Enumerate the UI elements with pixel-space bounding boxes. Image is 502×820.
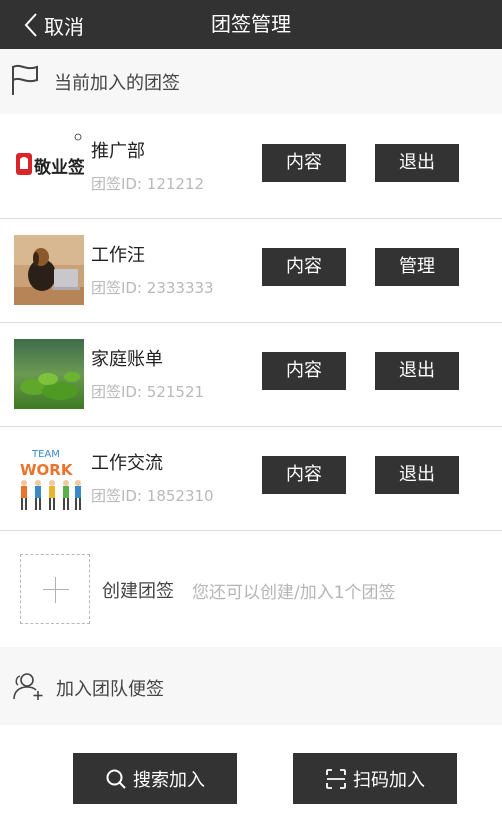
teamwork-image: TEAM WORK <box>14 443 84 513</box>
team-id: 团签ID: 2333333 <box>91 279 214 297</box>
flag-icon <box>12 64 38 95</box>
team-name: 推广部 <box>91 141 145 162</box>
logo-text: 敬业签 <box>33 157 84 178</box>
team-photo-dog <box>14 235 84 305</box>
team-id: 团签ID: 121212 <box>91 175 205 193</box>
top-bar: 取消 团签管理 <box>0 0 502 49</box>
team-id: 团签ID: 521521 <box>91 383 205 401</box>
content-button[interactable]: 内容 <box>262 144 346 182</box>
teamwork-text-team: TEAM <box>31 449 60 460</box>
search-join-button[interactable]: 搜索加入 <box>73 753 237 804</box>
green-plant-image <box>14 339 84 409</box>
list-item: 敬业签 推广部 团签ID: 121212 内容 退出 <box>0 115 502 219</box>
scan-join-label: 扫码加入 <box>353 769 425 791</box>
quit-button[interactable]: 退出 <box>375 352 459 390</box>
team-name: 工作汪 <box>91 245 145 266</box>
create-team-hint: 您还可以创建/加入1个团签 <box>192 583 396 603</box>
add-user-icon <box>13 673 43 700</box>
content-button[interactable]: 内容 <box>262 248 346 286</box>
team-name: 工作交流 <box>91 453 163 474</box>
create-team-row: 创建团签 您还可以创建/加入1个团签 <box>0 531 502 647</box>
team-name: 家庭账单 <box>91 349 163 370</box>
back-label: 取消 <box>44 14 84 39</box>
content-button[interactable]: 内容 <box>262 352 346 390</box>
current-groups-header: 当前加入的团签 <box>0 49 502 114</box>
list-item: TEAM WORK 工作交流 团签ID: 1852310 内容 退出 <box>0 427 502 531</box>
join-team-label: 加入团队便签 <box>56 679 164 700</box>
chevron-left-icon <box>24 13 37 37</box>
manage-button[interactable]: 管理 <box>375 248 459 286</box>
quit-button[interactable]: 退出 <box>375 456 459 494</box>
back-button[interactable]: 取消 <box>22 8 84 42</box>
search-join-label: 搜索加入 <box>133 769 205 791</box>
team-id: 团签ID: 1852310 <box>91 487 214 505</box>
list-item: 工作汪 团签ID: 2333333 内容 管理 <box>0 219 502 323</box>
team-logo-jingyeqian: 敬业签 <box>14 131 84 201</box>
team-photo-plant <box>14 339 84 409</box>
create-team-button[interactable] <box>20 554 90 624</box>
create-team-label[interactable]: 创建团签 <box>102 577 174 603</box>
current-groups-label: 当前加入的团签 <box>54 73 180 94</box>
dog-laptop-image <box>14 235 84 305</box>
quit-button[interactable]: 退出 <box>375 144 459 182</box>
teamwork-text-work: WORK <box>20 461 74 479</box>
jingyeqian-logo-image: 敬业签 <box>14 131 84 201</box>
plus-icon <box>43 589 69 590</box>
search-icon <box>106 769 126 789</box>
scan-join-button[interactable]: 扫码加入 <box>293 753 457 804</box>
team-photo-teamwork: TEAM WORK <box>14 443 84 513</box>
list-item: 家庭账单 团签ID: 521521 内容 退出 <box>0 323 502 427</box>
join-team-header: 加入团队便签 <box>0 647 502 725</box>
content-button[interactable]: 内容 <box>262 456 346 494</box>
scan-icon <box>326 768 346 789</box>
